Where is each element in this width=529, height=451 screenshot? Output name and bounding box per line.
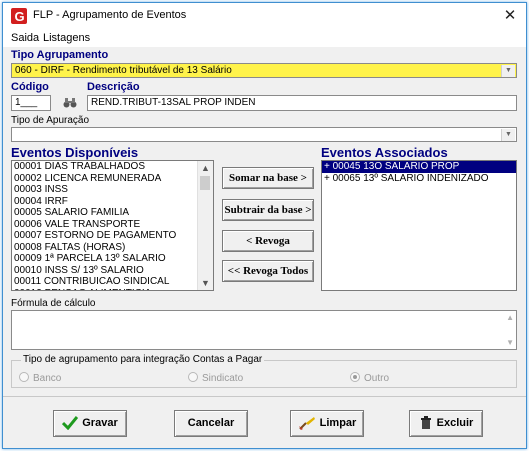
descricao-value: REND.TRIBUT-13SAL PROP INDEN: [91, 97, 256, 108]
list-item[interactable]: 00011 CONTRIBUICAO SINDICAL: [12, 276, 213, 288]
scroll-down-icon[interactable]: ▼: [198, 276, 213, 290]
somar-na-base-button[interactable]: Somar na base >: [222, 167, 314, 189]
limpar-label: Limpar: [319, 417, 357, 429]
binoculars-icon[interactable]: [63, 96, 77, 109]
main-window: G FLP - Agrupamento de Eventos ✕ Saida L…: [2, 2, 527, 449]
tipo-agrupamento-value: 060 - DIRF - Rendimento tributável de 13…: [15, 65, 232, 76]
codigo-value: 1___: [15, 97, 38, 108]
tipo-apuracao-select[interactable]: ▼: [11, 127, 517, 142]
subtrair-da-base-button[interactable]: Subtrair da base >: [222, 199, 314, 221]
radio-sindicato-label: Sindicato: [202, 373, 244, 384]
cancelar-button[interactable]: Cancelar: [174, 410, 248, 437]
codigo-label: Código: [11, 81, 49, 93]
chevron-down-icon[interactable]: ▼: [501, 129, 515, 141]
title-bar: G FLP - Agrupamento de Eventos ✕: [3, 3, 526, 30]
list-item[interactable]: 00006 VALE TRANSPORTE: [12, 219, 213, 231]
list-item[interactable]: + 00045 13O SALARIO PROP: [322, 161, 516, 173]
revoga-todos-button[interactable]: << Revoga Todos: [222, 260, 314, 282]
chevron-down-icon[interactable]: ▼: [501, 65, 515, 77]
radio-outro[interactable]: Outro: [350, 372, 389, 384]
list-item[interactable]: 00001 DIAS TRABALHADOS: [12, 161, 213, 173]
list-item[interactable]: 00004 IRRF: [12, 196, 213, 208]
descricao-field[interactable]: REND.TRIBUT-13SAL PROP INDEN: [87, 95, 517, 111]
list-item[interactable]: 00009 1ª PARCELA 13º SALARIO: [12, 253, 213, 265]
radio-sindicato[interactable]: Sindicato: [188, 372, 243, 384]
radio-dot-selected: [350, 372, 360, 382]
radio-dot: [19, 372, 29, 382]
excluir-label: Excluir: [436, 417, 474, 429]
tipo-agrupamento-select[interactable]: 060 - DIRF - Rendimento tributável de 13…: [11, 63, 517, 78]
tipo-apuracao-label: Tipo de Apuração: [11, 115, 90, 126]
radio-dot: [188, 372, 198, 382]
limpar-button[interactable]: Limpar: [290, 410, 364, 437]
menu-bar: Saida Listagens: [3, 30, 526, 47]
scrollbar[interactable]: ▲ ▼: [197, 161, 213, 290]
radio-outro-label: Outro: [364, 373, 390, 384]
checkmark-icon: [62, 416, 79, 431]
radio-banco[interactable]: Banco: [19, 372, 61, 384]
eventos-associados-list[interactable]: + 00045 13O SALARIO PROP + 00065 13º SALA…: [321, 160, 517, 291]
list-item[interactable]: 00007 ESTORNO DE PAGAMENTO: [12, 230, 213, 242]
close-icon[interactable]: ✕: [499, 5, 521, 27]
eventos-disponiveis-label: Eventos Disponíveis: [11, 145, 139, 160]
excluir-button[interactable]: Excluir: [409, 410, 483, 437]
revoga-button[interactable]: < Revoga: [222, 230, 314, 252]
descricao-label: Descrição: [87, 81, 140, 93]
list-item[interactable]: 00005 SALARIO FAMILIA: [12, 207, 213, 219]
scroll-down-icon[interactable]: ▼: [506, 338, 514, 347]
contas-pagar-label: Tipo de agrupamento para integração Cont…: [21, 354, 265, 365]
svg-text:G: G: [15, 9, 25, 24]
gravar-label: Gravar: [82, 417, 118, 429]
broom-icon: [298, 417, 315, 431]
divider: [3, 396, 526, 397]
scroll-thumb[interactable]: [200, 176, 210, 190]
gravar-button[interactable]: Gravar: [53, 410, 127, 437]
list-item[interactable]: 00012 PENSAO ALIMENTICIA: [12, 288, 213, 291]
formula-label: Fórmula de cálculo: [11, 298, 96, 309]
eventos-disponiveis-list[interactable]: 00001 DIAS TRABALHADOS 00002 LICENCA REMU…: [11, 160, 214, 291]
list-item[interactable]: 00008 FALTAS (HORAS): [12, 242, 213, 254]
radio-banco-label: Banco: [33, 373, 62, 384]
codigo-field[interactable]: 1___: [11, 95, 51, 111]
menu-listagens[interactable]: Listagens: [43, 32, 90, 44]
menu-saida[interactable]: Saida: [11, 32, 39, 44]
list-item[interactable]: 00010 INSS S/ 13º SALARIO: [12, 265, 213, 277]
app-logo-icon: G: [11, 8, 27, 24]
formula-field[interactable]: ▲ ▼: [11, 310, 517, 350]
list-item[interactable]: 00002 LICENCA REMUNERADA: [12, 173, 213, 185]
trash-icon: [420, 416, 431, 430]
cancelar-label: Cancelar: [187, 417, 235, 429]
eventos-associados-label: Eventos Associados: [321, 145, 448, 160]
tipo-agrupamento-label: Tipo Agrupamento: [11, 49, 109, 61]
list-item[interactable]: + 00065 13º SALARIO INDENIZADO: [322, 173, 516, 185]
scroll-up-icon[interactable]: ▲: [198, 161, 213, 175]
list-item[interactable]: 00003 INSS: [12, 184, 213, 196]
window-title: FLP - Agrupamento de Eventos: [33, 9, 187, 21]
scroll-up-icon[interactable]: ▲: [506, 313, 514, 322]
